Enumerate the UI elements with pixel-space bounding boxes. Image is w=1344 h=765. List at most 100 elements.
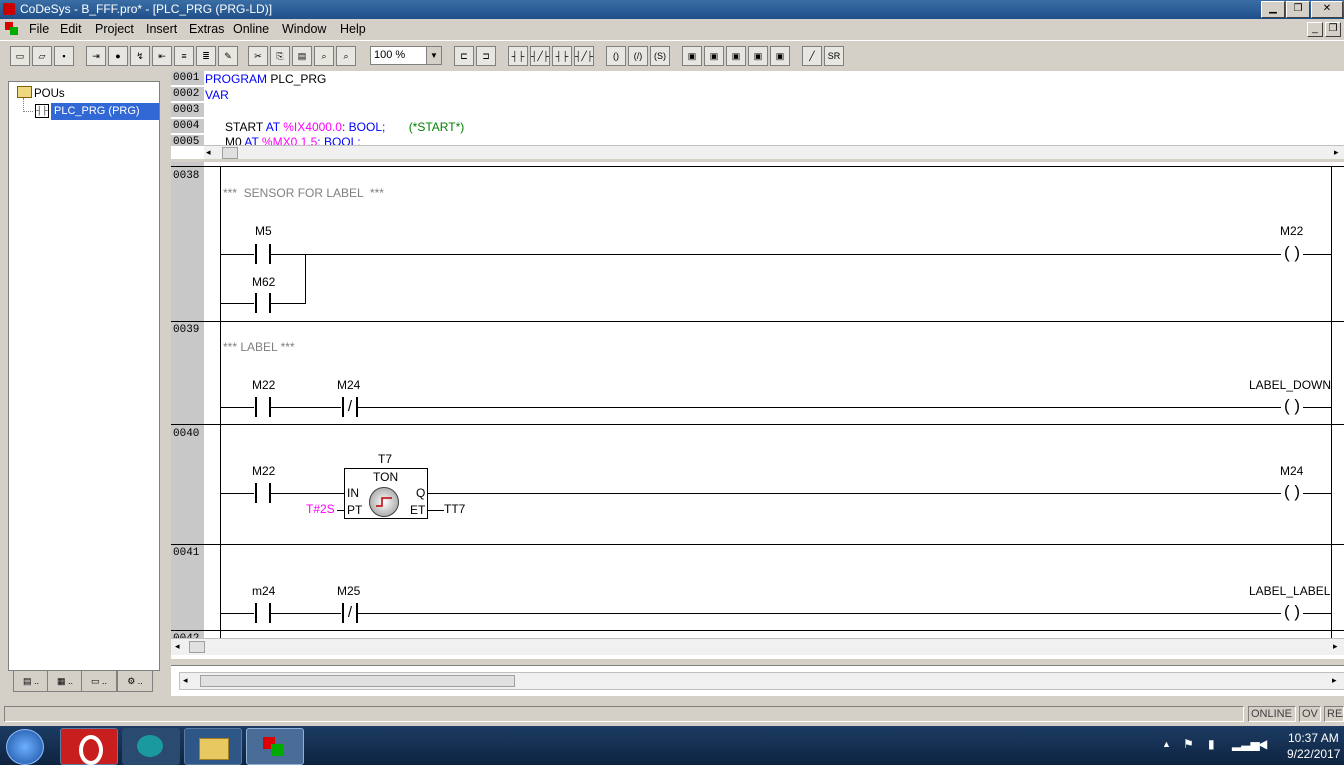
clock-time[interactable]: 10:37 AM bbox=[1288, 731, 1339, 745]
step-in-icon[interactable]: ≣ bbox=[196, 46, 216, 66]
menu-window[interactable]: Window bbox=[282, 22, 326, 36]
save-icon[interactable]: ▪ bbox=[54, 46, 74, 66]
negated-parallel-contact-icon[interactable]: ┤╱├ bbox=[574, 46, 594, 66]
pt-value[interactable]: T#2S bbox=[306, 502, 335, 516]
start-button[interactable] bbox=[6, 729, 44, 765]
find-icon[interactable]: ⌕ bbox=[314, 46, 334, 66]
scroll-right-icon[interactable]: ▸ bbox=[1332, 675, 1337, 686]
box-with-en-icon[interactable]: ▣ bbox=[770, 46, 790, 66]
arduino-taskbar-icon[interactable] bbox=[122, 728, 180, 765]
doc-minimize-button[interactable]: _ bbox=[1307, 22, 1323, 37]
close-button[interactable]: ✕ bbox=[1311, 1, 1343, 18]
contact-m5[interactable] bbox=[255, 244, 271, 264]
paste-icon[interactable]: ▤ bbox=[292, 46, 312, 66]
negated-contact-m24[interactable]: / bbox=[342, 397, 358, 417]
scroll-thumb[interactable] bbox=[189, 641, 205, 653]
network-after-icon[interactable]: ⊐ bbox=[476, 46, 496, 66]
parallel-contact-icon[interactable]: ┤╱├ bbox=[530, 46, 550, 66]
scroll-right-icon[interactable]: ▸ bbox=[1334, 147, 1339, 158]
menu-online[interactable]: Online bbox=[233, 22, 269, 36]
flag-icon[interactable]: ⚑ bbox=[1183, 737, 1194, 751]
tab-pous[interactable]: ▤ .. bbox=[13, 670, 49, 692]
et-variable[interactable]: TT7 bbox=[444, 502, 465, 516]
breakpoint-icon[interactable]: ✎ bbox=[218, 46, 238, 66]
set-reset-icon[interactable]: SR bbox=[824, 46, 844, 66]
login-icon[interactable]: ⇥ bbox=[86, 46, 106, 66]
opera-taskbar-icon[interactable] bbox=[60, 728, 118, 765]
run-icon[interactable]: ↯ bbox=[130, 46, 150, 66]
tree-root[interactable]: POUs bbox=[17, 86, 65, 100]
new-file-icon[interactable]: ▭ bbox=[10, 46, 30, 66]
restore-button[interactable]: ❐ bbox=[1286, 1, 1310, 18]
scroll-thumb[interactable] bbox=[222, 147, 238, 159]
volume-icon[interactable]: ◀ bbox=[1258, 737, 1267, 751]
clock-date[interactable]: 9/22/2017 bbox=[1287, 747, 1340, 761]
scroll-left-icon[interactable]: ◂ bbox=[206, 147, 211, 158]
scroll-left-icon[interactable]: ◂ bbox=[183, 675, 188, 686]
contact-m24-lower[interactable] bbox=[255, 603, 271, 623]
declaration-line[interactable]: PROGRAM PLC_PRG bbox=[205, 72, 326, 86]
menu-file[interactable]: File bbox=[29, 22, 49, 36]
tree-item-plc-prg[interactable]: PLC_PRG (PRG) bbox=[51, 103, 159, 120]
return-icon[interactable]: ▣ bbox=[748, 46, 768, 66]
tab-resources[interactable]: ⚙ .. bbox=[117, 670, 153, 692]
open-folder-icon[interactable]: ▱ bbox=[32, 46, 52, 66]
line-icon[interactable]: ╱ bbox=[802, 46, 822, 66]
tab-data-types[interactable]: ▦ .. bbox=[47, 670, 83, 692]
contact-m22[interactable] bbox=[255, 483, 271, 503]
negated-contact-m25[interactable]: / bbox=[342, 603, 358, 623]
menu-insert[interactable]: Insert bbox=[146, 22, 177, 36]
copy-icon[interactable]: ⎘ bbox=[270, 46, 290, 66]
device-icon[interactable]: ▮ bbox=[1208, 737, 1215, 751]
declaration-editor[interactable]: 0001 PROGRAM PLC_PRG 0002 VAR 0003 0004 … bbox=[171, 71, 1344, 146]
contact-m62[interactable] bbox=[255, 293, 271, 313]
scroll-left-icon[interactable]: ◂ bbox=[175, 641, 180, 652]
fb-pin-pt: PT bbox=[347, 503, 363, 517]
ladder-editor[interactable]: 0038 *** SENSOR FOR LABEL *** M5 M62 M22… bbox=[171, 162, 1344, 638]
find-next-icon[interactable]: ⌕ bbox=[336, 46, 356, 66]
jump-icon[interactable]: ▣ bbox=[726, 46, 746, 66]
logout-icon[interactable]: ⇤ bbox=[152, 46, 172, 66]
menu-project[interactable]: Project bbox=[95, 22, 134, 36]
box-icon[interactable]: ▣ bbox=[704, 46, 724, 66]
ton-function-block[interactable]: TON IN Q PT ET bbox=[344, 468, 428, 519]
menu-help[interactable]: Help bbox=[340, 22, 366, 36]
menu-extras[interactable]: Extras bbox=[189, 22, 224, 36]
coil-icon[interactable]: () bbox=[606, 46, 626, 66]
function-block-icon[interactable]: ▣ bbox=[682, 46, 702, 66]
scroll-right-icon[interactable]: ▸ bbox=[1333, 641, 1338, 652]
coil-label-down[interactable]: ( ) bbox=[1281, 397, 1303, 417]
declaration-line[interactable]: VAR bbox=[205, 88, 229, 102]
step-icon[interactable]: ≡ bbox=[174, 46, 194, 66]
set-coil-icon[interactable]: (S) bbox=[650, 46, 670, 66]
explorer-taskbar-icon[interactable] bbox=[184, 728, 242, 765]
scroll-thumb[interactable] bbox=[200, 675, 515, 687]
codesys-menu-icon[interactable] bbox=[5, 22, 20, 36]
chevron-down-icon[interactable]: ▼ bbox=[426, 47, 441, 64]
negated-contact-icon[interactable]: ┤├ bbox=[552, 46, 572, 66]
contact-icon[interactable]: ┤├ bbox=[508, 46, 528, 66]
stop-icon[interactable]: ● bbox=[108, 46, 128, 66]
timer-instance: T7 bbox=[378, 452, 393, 466]
declaration-hscrollbar[interactable]: ◂ ▸ bbox=[204, 145, 1344, 160]
coil-m22[interactable]: ( ) bbox=[1281, 244, 1303, 264]
doc-restore-button[interactable]: ❐ bbox=[1325, 22, 1341, 37]
codesys-taskbar-icon[interactable] bbox=[246, 728, 304, 765]
minimize-button[interactable]: ▁ bbox=[1261, 1, 1285, 18]
menu-edit[interactable]: Edit bbox=[60, 22, 82, 36]
declaration-line[interactable]: START AT %IX4000.0: BOOL; (*START*) bbox=[225, 120, 464, 134]
menu-bar: File Edit Project Insert Extras Online W… bbox=[0, 19, 1344, 40]
messages-hscrollbar[interactable]: ◂ ▸ bbox=[179, 672, 1344, 690]
negated-coil-icon[interactable]: (/) bbox=[628, 46, 648, 66]
network-signal-icon[interactable]: ▂▃▅ bbox=[1232, 737, 1260, 751]
zoom-select[interactable]: 100 % ▼ bbox=[370, 46, 442, 65]
coil-m24[interactable]: ( ) bbox=[1281, 483, 1303, 503]
contact-m22[interactable] bbox=[255, 397, 271, 417]
coil-label: LABEL_LABEL bbox=[1249, 584, 1331, 598]
coil-label-label[interactable]: ( ) bbox=[1281, 603, 1303, 623]
tab-visualizations[interactable]: ▭ .. bbox=[81, 670, 117, 692]
network-before-icon[interactable]: ⊏ bbox=[454, 46, 474, 66]
show-hidden-icons[interactable]: ▲ bbox=[1162, 739, 1171, 749]
cut-icon[interactable]: ✂ bbox=[248, 46, 268, 66]
ladder-hscrollbar[interactable]: ◂ ▸ bbox=[171, 638, 1344, 655]
